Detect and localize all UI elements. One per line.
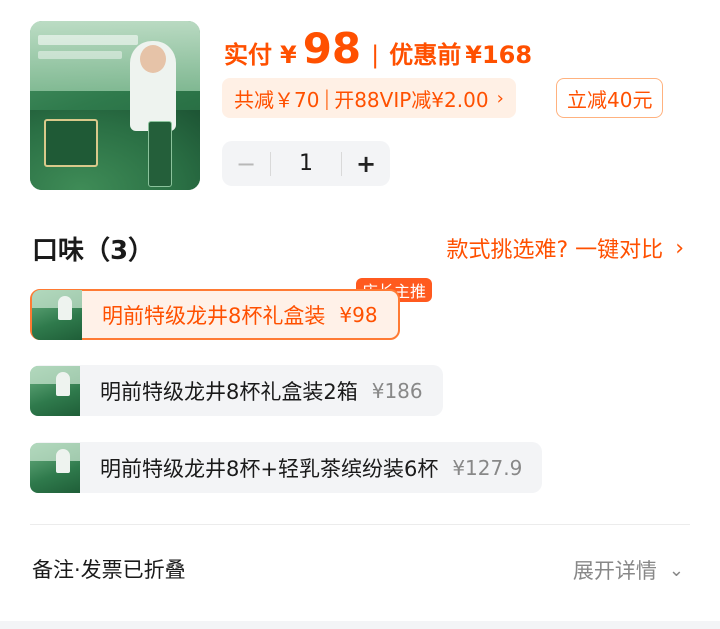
chevron-right-icon: › xyxy=(675,235,684,261)
image-gift-box xyxy=(44,119,98,167)
price-separator: | xyxy=(371,41,380,69)
quantity-stepper: − 1 + xyxy=(222,141,390,186)
flavor-section-title: 口味（3） xyxy=(32,236,155,266)
price-currency: ¥ xyxy=(280,41,297,69)
product-image[interactable] xyxy=(30,21,200,190)
image-tea-tin xyxy=(148,121,172,187)
original-price-value: ¥168 xyxy=(465,41,533,69)
chevron-down-icon: ⌄ xyxy=(668,559,684,581)
compare-styles-link[interactable]: 款式挑选难? 一键对比 › xyxy=(447,232,684,264)
chevron-right-icon: › xyxy=(496,87,504,109)
image-text-block-2 xyxy=(38,51,122,59)
option-price: ¥98 xyxy=(339,302,378,327)
price-row: 实付 ¥ 98 | 优惠前 ¥168 xyxy=(224,24,533,73)
option-thumbnail xyxy=(30,442,80,493)
discount-divider: | xyxy=(323,86,331,110)
price-value: 98 xyxy=(302,24,362,73)
discount-detail-button[interactable]: 共减￥70 | 开88VIP减¥2.00 › xyxy=(222,78,516,118)
compare-link-text: 款式挑选难? 一键对比 xyxy=(446,238,664,263)
option-price: ¥127.9 xyxy=(452,455,523,480)
image-face xyxy=(140,45,166,73)
vip-discount-text: 开88VIP减¥2.00 xyxy=(334,87,489,112)
bottom-strip xyxy=(0,621,720,629)
instant-discount-text: 立减40元 xyxy=(567,87,653,112)
flavor-option-1[interactable]: 明前特级龙井8杯礼盒装 ¥98 xyxy=(30,289,400,340)
option-name: 明前特级龙井8杯礼盒装 xyxy=(102,303,326,328)
price-label: 实付 xyxy=(224,41,272,69)
expand-details-button[interactable]: 展开详情 ⌄ xyxy=(573,555,684,585)
instant-discount-badge: 立减40元 xyxy=(556,78,664,118)
flavor-option-2[interactable]: 明前特级龙井8杯礼盒装2箱 ¥186 xyxy=(30,365,443,416)
total-discount-text: 共减￥70 xyxy=(234,87,320,112)
option-name: 明前特级龙井8杯+轻乳茶缤纷装6杯 xyxy=(100,456,439,481)
original-price-label: 优惠前 xyxy=(389,41,462,69)
option-name: 明前特级龙井8杯礼盒装2箱 xyxy=(100,379,358,404)
note-invoice-label: 备注·发票已折叠 xyxy=(32,558,186,582)
flavor-option-3[interactable]: 明前特级龙井8杯+轻乳茶缤纷装6杯 ¥127.9 xyxy=(30,442,543,493)
expand-details-text: 展开详情 xyxy=(572,559,657,583)
option-thumbnail xyxy=(32,289,82,340)
option-price: ¥186 xyxy=(371,378,423,403)
option-thumbnail xyxy=(30,365,80,416)
increase-quantity-button[interactable]: + xyxy=(342,141,390,186)
section-divider xyxy=(30,524,690,525)
decrease-quantity-button[interactable]: − xyxy=(222,141,270,186)
image-text-block xyxy=(38,35,138,45)
quantity-value[interactable]: 1 xyxy=(271,151,341,176)
